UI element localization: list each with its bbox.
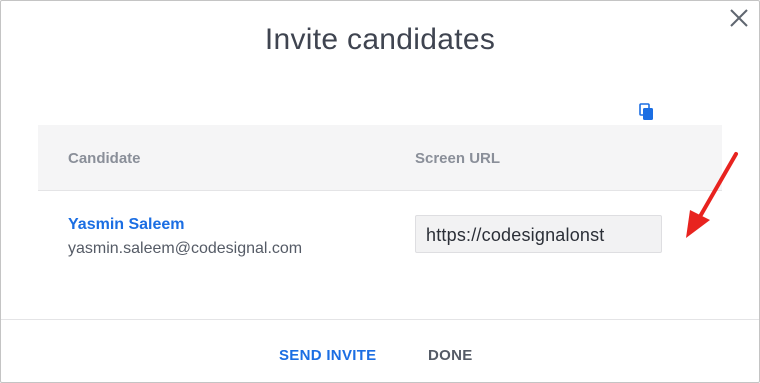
copy-icon	[639, 103, 653, 120]
red-arrow-icon	[686, 152, 738, 238]
candidates-table: Candidate Screen URL Yasmin Saleem yasmi…	[38, 125, 722, 291]
table-row: Yasmin Saleem yasmin.saleem@codesignal.c…	[38, 191, 722, 291]
screen-url-field[interactable]: https://codesignalonst	[415, 215, 662, 253]
candidate-email: yasmin.saleem@codesignal.com	[68, 240, 303, 257]
column-header-candidate: Candidate	[68, 150, 141, 167]
candidate-name-link[interactable]: Yasmin Saleem	[68, 216, 185, 234]
column-header-screen-url: Screen URL	[415, 150, 501, 167]
dialog-title: Invite candidates	[264, 23, 496, 56]
footer-divider	[1, 319, 759, 320]
table-header: Candidate Screen URL	[38, 125, 722, 191]
screen-url-text: https://codesignalonst	[426, 225, 605, 245]
copy-url-button[interactable]	[639, 103, 655, 121]
invite-candidates-dialog: Invite candidates Candidate Screen URL Y…	[0, 0, 760, 383]
done-button[interactable]: DONE	[428, 347, 473, 364]
send-invite-button[interactable]: SEND INVITE	[279, 347, 376, 364]
